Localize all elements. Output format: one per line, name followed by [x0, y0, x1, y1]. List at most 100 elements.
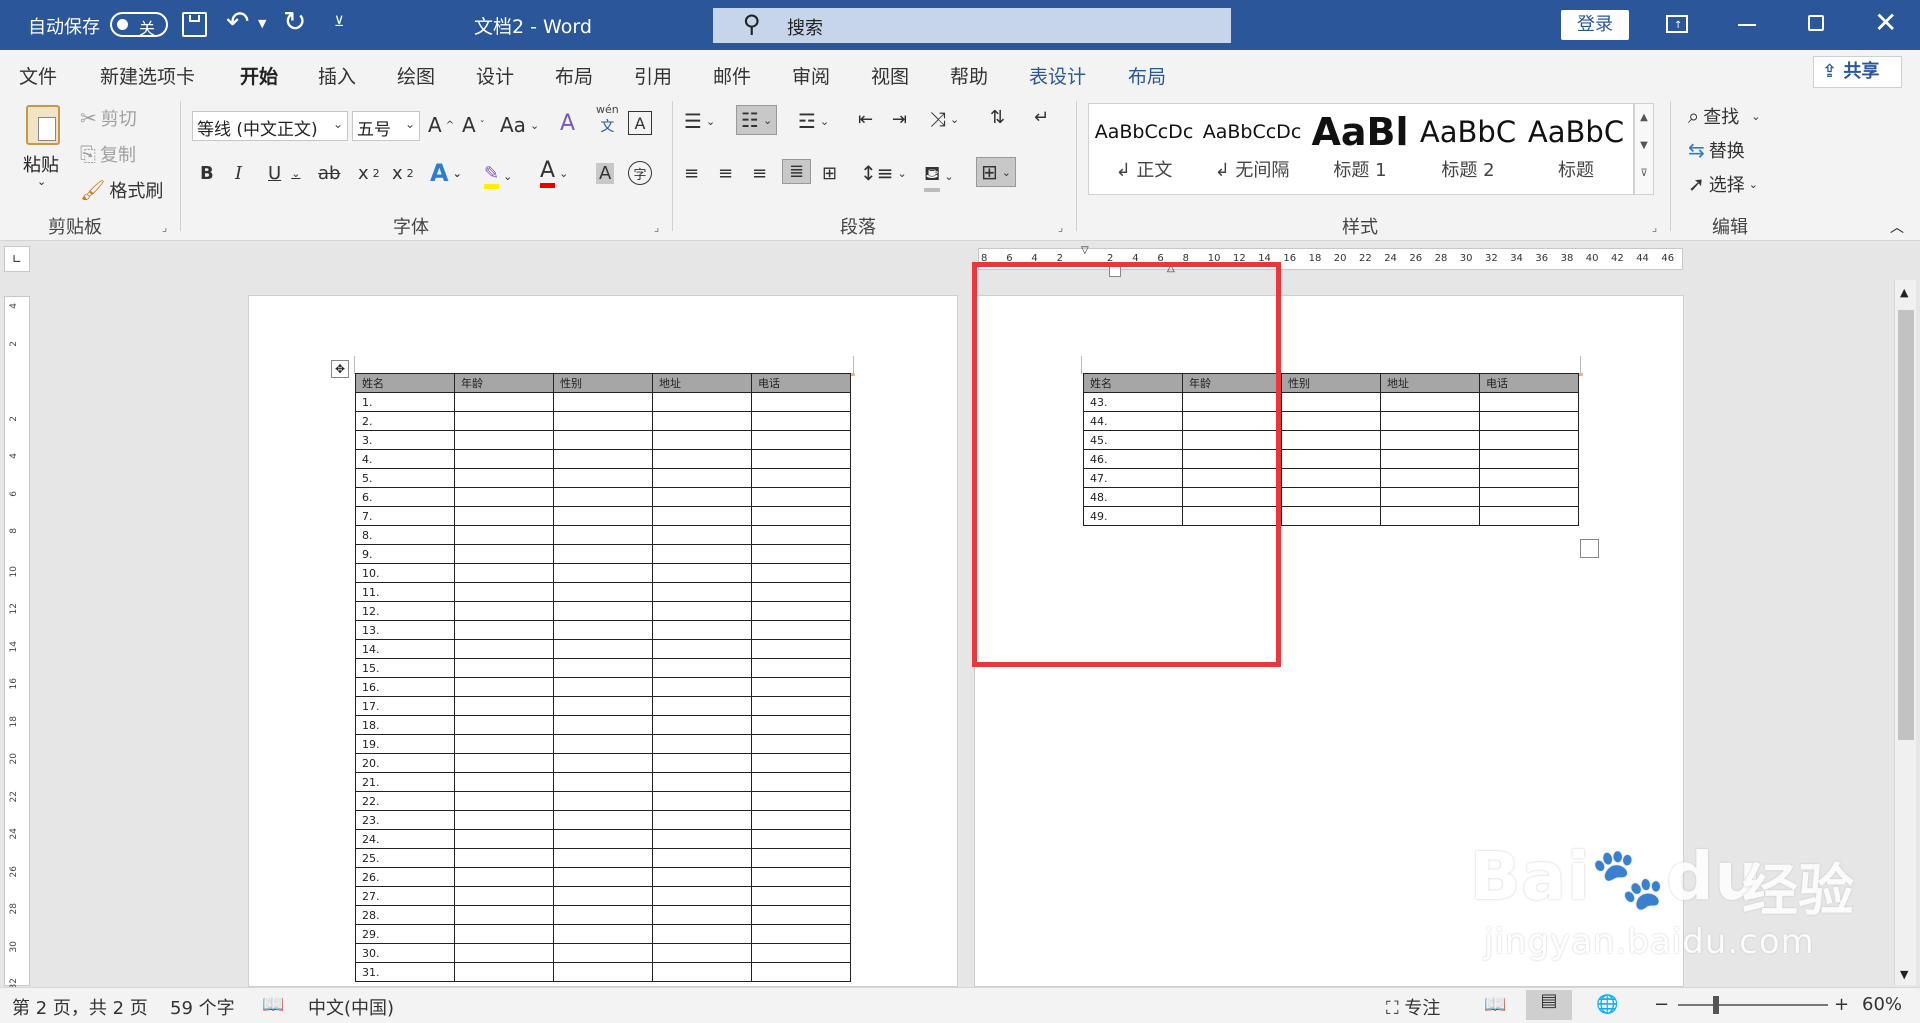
- table-cell[interactable]: [751, 392, 851, 412]
- table-cell[interactable]: [751, 753, 851, 773]
- table-cell[interactable]: [652, 544, 752, 564]
- table-cell[interactable]: [1281, 449, 1381, 469]
- phonetic-guide-button[interactable]: wén 文: [596, 103, 619, 136]
- table-cell[interactable]: [751, 468, 851, 488]
- table-cell[interactable]: [751, 639, 851, 659]
- tab-design[interactable]: 设计: [476, 62, 514, 89]
- table-cell[interactable]: [652, 582, 752, 602]
- table-cell[interactable]: [652, 525, 752, 545]
- table-cell[interactable]: [751, 430, 851, 450]
- search-box[interactable]: ⚲ 搜索: [713, 8, 1231, 43]
- table-cell[interactable]: [553, 620, 653, 640]
- share-button[interactable]: ⇪ 共享: [1813, 56, 1902, 88]
- undo-icon[interactable]: ↶: [226, 5, 249, 38]
- increase-indent-icon[interactable]: ⇥: [892, 109, 907, 130]
- table-cell[interactable]: [553, 905, 653, 925]
- table-cell[interactable]: [454, 715, 554, 735]
- login-button[interactable]: 登录: [1561, 10, 1629, 40]
- table-cell[interactable]: [553, 449, 653, 469]
- table-cell[interactable]: [751, 525, 851, 545]
- table-cell[interactable]: [553, 848, 653, 868]
- clipboard-launcher-icon[interactable]: ⌟: [162, 221, 167, 234]
- font-name-select[interactable]: 等线 (中文正文) ⌄: [192, 111, 348, 141]
- redo-icon[interactable]: ↻: [283, 5, 306, 38]
- row-number-cell[interactable]: 9.: [355, 544, 455, 564]
- page-count[interactable]: 第 2 页，共 2 页: [12, 994, 148, 1020]
- restore-icon[interactable]: [1808, 15, 1824, 31]
- row-number-cell[interactable]: 6.: [355, 487, 455, 507]
- table-cell[interactable]: [751, 962, 851, 982]
- character-border-button[interactable]: A: [628, 111, 652, 135]
- style-no-spacing[interactable]: AaBbCcDc ↲ 无间隔: [1199, 108, 1305, 188]
- row-number-cell[interactable]: 30.: [355, 943, 455, 963]
- table-cell[interactable]: [454, 639, 554, 659]
- row-number-cell[interactable]: 24.: [355, 829, 455, 849]
- table-cell[interactable]: [454, 563, 554, 583]
- table-cell[interactable]: [1281, 392, 1381, 412]
- table-cell[interactable]: [454, 449, 554, 469]
- font-color-button[interactable]: A ⌄: [540, 159, 568, 188]
- table-cell[interactable]: [751, 449, 851, 469]
- table-cell[interactable]: [751, 905, 851, 925]
- table-cell[interactable]: [652, 867, 752, 887]
- focus-button[interactable]: ⛶ 专注: [1386, 994, 1440, 1020]
- row-number-cell[interactable]: 1.: [355, 392, 455, 412]
- table-cell[interactable]: [1281, 506, 1381, 526]
- table-cell[interactable]: [751, 601, 851, 621]
- table-cell[interactable]: [652, 829, 752, 849]
- table-cell[interactable]: [1380, 411, 1480, 431]
- select-button[interactable]: ➚ 选择 ⌄: [1688, 171, 1758, 197]
- close-icon[interactable]: ✕: [1874, 6, 1897, 39]
- vertical-scrollbar[interactable]: ▲ ▼: [1894, 280, 1916, 985]
- scroll-up-icon[interactable]: ▲: [1900, 286, 1908, 299]
- table-cell[interactable]: [1281, 430, 1381, 450]
- distributed-icon[interactable]: ⊞: [822, 163, 837, 184]
- table-header-cell[interactable]: 地址: [1380, 373, 1480, 393]
- ruler-toggle[interactable]: ∟: [4, 246, 30, 272]
- table-cell[interactable]: [652, 715, 752, 735]
- table-cell[interactable]: [751, 867, 851, 887]
- table-cell[interactable]: [454, 791, 554, 811]
- styles-launcher-icon[interactable]: ⌟: [1652, 221, 1657, 234]
- copy-button[interactable]: ⎘ 复制: [80, 141, 136, 167]
- chevron-down-icon[interactable]: ▼: [1635, 132, 1653, 160]
- table-cell[interactable]: [652, 468, 752, 488]
- table-cell[interactable]: [652, 506, 752, 526]
- zoom-level[interactable]: 60%: [1862, 994, 1902, 1015]
- style-heading-1[interactable]: AaBl 标题 1: [1307, 108, 1413, 188]
- strikethrough-button[interactable]: ab: [318, 163, 340, 184]
- table-cell[interactable]: [751, 544, 851, 564]
- table-cell[interactable]: [553, 715, 653, 735]
- table-header-cell[interactable]: 性别: [1281, 373, 1381, 393]
- table-cell[interactable]: [553, 544, 653, 564]
- table-cell[interactable]: [553, 506, 653, 526]
- align-left-icon[interactable]: ≡: [684, 163, 699, 184]
- tab-mailings[interactable]: 邮件: [713, 62, 751, 89]
- table-cell[interactable]: [454, 392, 554, 412]
- table-cell[interactable]: [751, 487, 851, 507]
- font-size-select[interactable]: 五号 ⌄: [352, 111, 420, 141]
- find-button[interactable]: ⌕ 查找 ⌄: [1688, 103, 1760, 129]
- justify-icon[interactable]: ≣: [782, 159, 812, 184]
- table-cell[interactable]: [652, 430, 752, 450]
- proofing-icon[interactable]: 📖: [262, 994, 284, 1015]
- table-header-cell[interactable]: 性别: [553, 373, 653, 393]
- table-cell[interactable]: [553, 962, 653, 982]
- align-center-icon[interactable]: ≡: [718, 163, 733, 184]
- numbering-button[interactable]: ☷ ⌄: [736, 105, 778, 135]
- row-number-cell[interactable]: 12.: [355, 601, 455, 621]
- table-resize-handle[interactable]: [1580, 539, 1599, 558]
- clear-formatting-icon[interactable]: A: [560, 111, 575, 136]
- table-cell[interactable]: [751, 924, 851, 944]
- table-cell[interactable]: [454, 886, 554, 906]
- tab-home[interactable]: 开始: [240, 62, 279, 98]
- highlight-button[interactable]: ✎ ⌄: [484, 163, 512, 189]
- tab-new-tab[interactable]: 新建选项卡: [100, 62, 195, 89]
- sort-icon[interactable]: ⇅: [990, 107, 1005, 128]
- web-layout-icon[interactable]: 🌐: [1596, 994, 1618, 1015]
- table-cell[interactable]: [652, 639, 752, 659]
- table-cell[interactable]: [454, 411, 554, 431]
- table-cell[interactable]: [751, 677, 851, 697]
- table-cell[interactable]: [454, 772, 554, 792]
- row-number-cell[interactable]: 3.: [355, 430, 455, 450]
